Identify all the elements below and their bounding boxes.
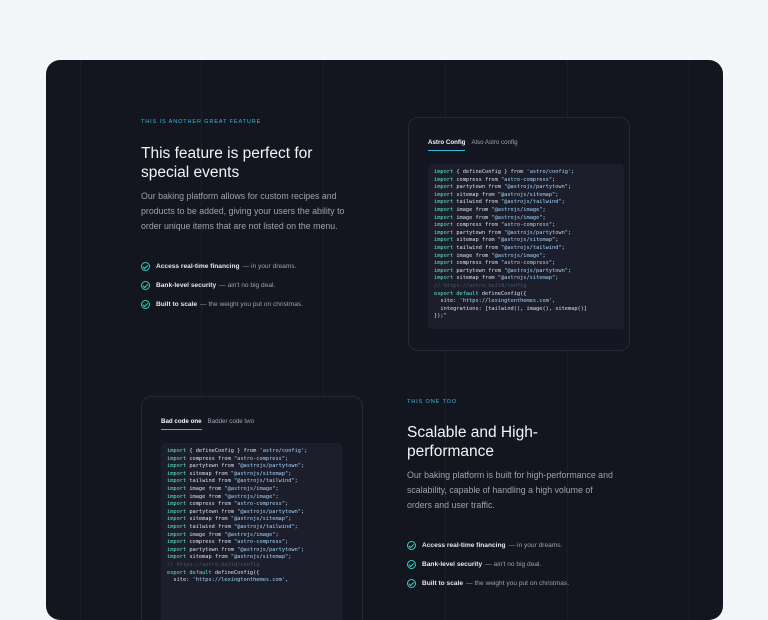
code-line: import compress from "astro-compress"; (167, 501, 289, 508)
bullet-rest: — ain't no big deal. (485, 561, 542, 568)
code-tabs: Astro Config Also Astro config (428, 139, 524, 151)
code-line: import tailwind from "@astrojs/tailwind"… (434, 244, 565, 251)
feature2-title-line: Scalable and High- (407, 424, 538, 441)
code-line: import image from "@astrojs/image"; (167, 531, 279, 538)
bullet-bold: Built to scale (156, 301, 198, 308)
feature2-title-line: performance (407, 443, 495, 460)
code-line: import tailwind from "@astrojs/tailwind"… (167, 478, 298, 485)
code-line: import compress from "astro-compress"; (167, 539, 289, 546)
code-line: import sitemap from "@astrojs/sitemap"; (167, 516, 292, 523)
bullet-bold: Built to scale (422, 580, 464, 587)
bullet-item: Built to scale — the weight you put on c… (407, 574, 569, 593)
feature2-description-line: Our baking platform is built for high-pe… (407, 470, 613, 480)
check-circle-icon (141, 281, 150, 290)
code-line: import image from "@astrojs/image"; (434, 214, 546, 221)
code-line: import image from "@astrojs/image"; (167, 493, 279, 500)
tab-astro-config[interactable]: Astro Config (428, 139, 466, 151)
grid-line (80, 60, 81, 620)
tab-also-astro-config[interactable]: Also Astro config (471, 139, 517, 151)
code-line: import image from "@astrojs/image"; (167, 485, 279, 492)
bullet-bold: Access real-time financing (422, 542, 506, 549)
code-block: import { defineConfig } from 'astro/conf… (428, 164, 624, 329)
code-line: import { defineConfig } from 'astro/conf… (167, 448, 308, 454)
code-line: // https://astro.build/config (434, 282, 527, 289)
feature2-description-line: orders and user traffic. (407, 500, 495, 511)
code-line: import sitemap from "@astrojs/sitemap"; (167, 554, 292, 561)
feature2-title: Scalable and High- performance (407, 423, 538, 461)
tab-badder-code-two[interactable]: Badder code two (208, 418, 254, 430)
code-line: });" (434, 313, 447, 320)
check-circle-icon (141, 300, 150, 309)
feature1-title: This feature is perfect for special even… (141, 144, 312, 182)
code-line: import compress from "astro-compress"; (434, 260, 556, 267)
code-line: import partytown from "@astrojs/partytow… (167, 546, 305, 553)
check-circle-icon (141, 262, 150, 271)
tab-bad-code-one[interactable]: Bad code one (161, 418, 202, 430)
code-line: import sitemap from "@astrojs/sitemap"; (167, 470, 292, 477)
bullet-bold: Bank-level security (422, 561, 483, 568)
check-circle-icon (407, 560, 416, 569)
bullet-item: Bank-level security — ain't no big deal. (407, 555, 569, 574)
code-line: import partytown from "@astrojs/partytow… (434, 267, 572, 274)
bullet-rest: — the weight you put on christmas. (466, 580, 570, 587)
bullet-rest: — in your dreams. (242, 263, 297, 270)
code-tabs: Bad code one Badder code two (161, 418, 260, 430)
code-line: import tailwind from "@astrojs/tailwind"… (434, 199, 565, 206)
bullet-bold: Access real-time financing (156, 263, 240, 270)
code-line: import partytown from "@astrojs/partytow… (434, 184, 572, 191)
feature2-bullet-list: Access real-time financing — in your dre… (407, 536, 569, 593)
bullet-item: Bank-level security — ain't no big deal. (141, 276, 303, 295)
code-line: export default defineConfig({ (167, 569, 260, 576)
features-panel: THIS IS ANOTHER GREAT FEATURE This featu… (46, 60, 723, 620)
feature1-description: Our baking platform allows for custom re… (141, 189, 344, 235)
code-line: import { defineConfig } from 'astro/conf… (434, 169, 575, 175)
code-line: import image from "@astrojs/image"; (434, 252, 546, 259)
code-line: site: 'https://lexingtonthemes.com', (173, 577, 289, 584)
code-line: // https://astro.build/config (167, 561, 260, 568)
code-line: import sitemap from "@astrojs/sitemap"; (434, 275, 559, 282)
code-line: site: 'https://lexingtonthemes.com', (440, 298, 556, 305)
code-line: import image from "@astrojs/image"; (434, 206, 546, 213)
code-card-astro-config: Astro Config Also Astro config import { … (408, 117, 630, 351)
feature1-title-line: special events (141, 164, 240, 181)
code-block: import { defineConfig } from 'astro/conf… (161, 443, 342, 620)
feature1-description-line: order unique items that are not listed o… (141, 221, 338, 232)
feature1-eyebrow: THIS IS ANOTHER GREAT FEATURE (141, 119, 262, 125)
bullet-item: Access real-time financing — in your dre… (141, 257, 303, 276)
bullet-rest: — in your dreams. (508, 542, 563, 549)
check-circle-icon (407, 541, 416, 550)
grid-line (689, 60, 690, 620)
feature2-eyebrow: THIS ONE TOO (407, 399, 458, 405)
code-line: integrations: [tailwind(), image(), site… (440, 305, 588, 312)
code-line: import partytown from "@astrojs/partytow… (434, 229, 572, 236)
bullet-item: Built to scale — the weight you put on c… (141, 295, 303, 314)
feature2-description-line: scalability, capable of handling a high … (407, 485, 593, 496)
feature1-description-line: products to be added, giving your users … (141, 206, 345, 217)
bullet-item: Access real-time financing — in your dre… (407, 536, 569, 555)
feature1-title-line: This feature is perfect for (141, 145, 313, 162)
code-line: import compress from "astro-compress"; (434, 222, 556, 229)
check-circle-icon (407, 579, 416, 588)
bullet-bold: Bank-level security (156, 282, 217, 289)
bullet-rest: — the weight you put on christmas. (200, 301, 304, 308)
code-line: import compress from "astro-compress"; (167, 455, 289, 462)
code-line: import partytown from "@astrojs/partytow… (167, 463, 305, 470)
code-line: import sitemap from "@astrojs/sitemap"; (434, 191, 559, 198)
code-line: import sitemap from "@astrojs/sitemap"; (434, 237, 559, 244)
code-line: import tailwind from "@astrojs/tailwind"… (167, 523, 298, 530)
code-line: export default defineConfig({ (434, 290, 527, 297)
bullet-rest: — ain't no big deal. (219, 282, 276, 289)
code-card-bad-code: Bad code one Badder code two import { de… (141, 396, 363, 620)
feature1-bullet-list: Access real-time financing — in your dre… (141, 257, 303, 314)
code-line: import compress from "astro-compress"; (434, 176, 556, 183)
feature2-description: Our baking platform is built for high-pe… (407, 468, 613, 514)
feature1-description-line: Our baking platform allows for custom re… (141, 191, 337, 201)
code-line: import partytown from "@astrojs/partytow… (167, 508, 305, 515)
